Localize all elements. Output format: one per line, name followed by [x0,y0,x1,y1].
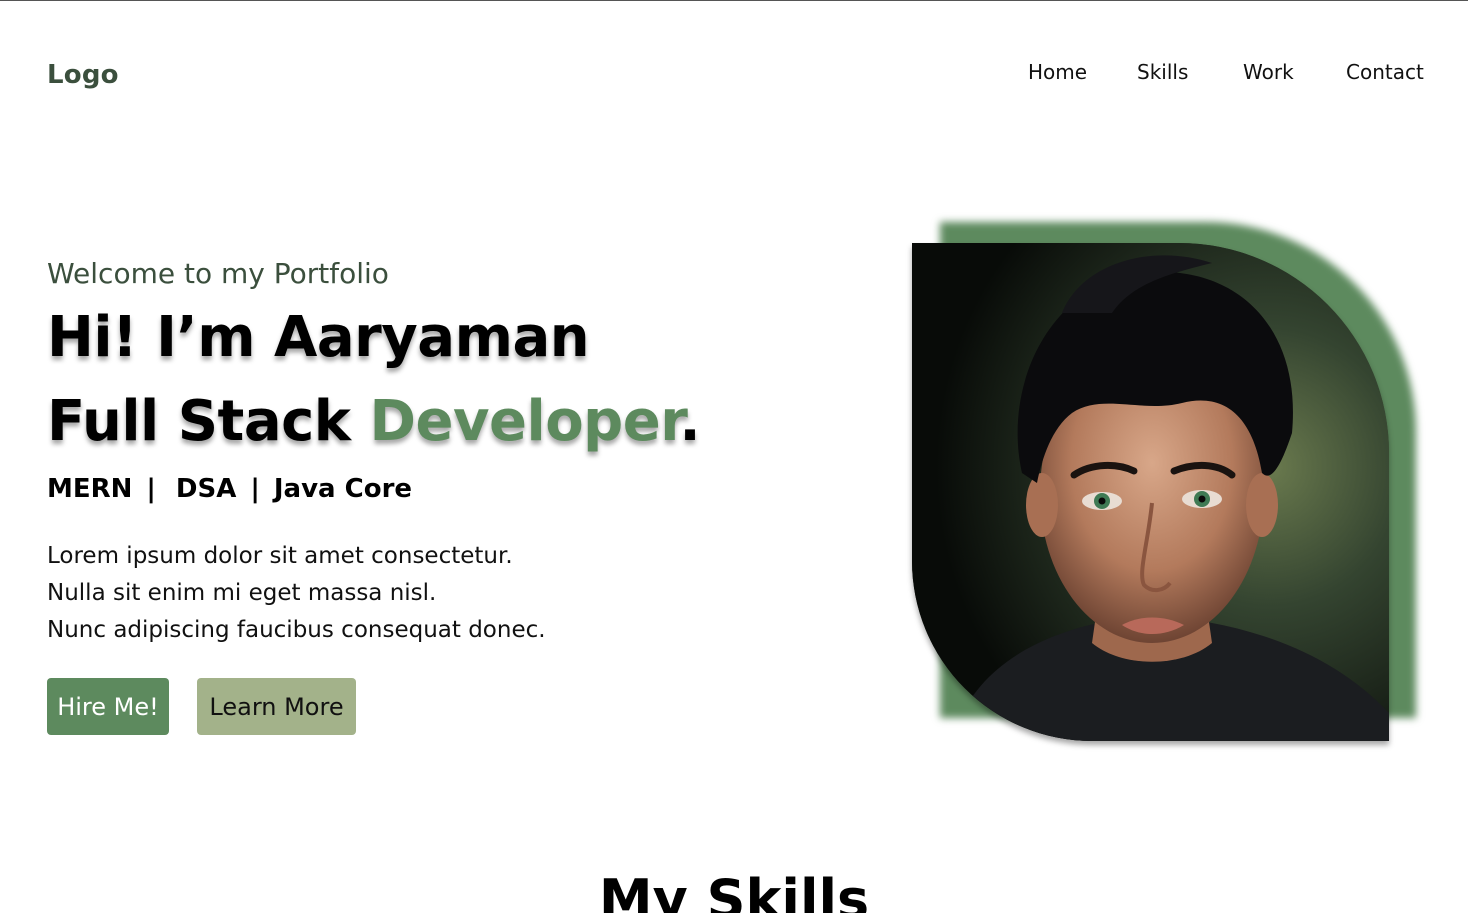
stack-separator: | [146,474,156,504]
nav-home[interactable]: Home [1028,60,1087,84]
role-plain-text: Full Stack [47,389,370,454]
stack-item: Java Core [273,474,413,504]
description-line: Nulla sit enim mi eget massa nisl. [47,580,437,606]
tech-stack-line: MERN | DSA | Java Core [47,474,412,504]
stack-item: MERN [47,474,133,504]
role-accent-text: Developer [369,389,680,454]
profile-photo [912,243,1389,741]
welcome-text: Welcome to my Portfolio [47,257,389,290]
learn-more-button[interactable]: Learn More [197,678,356,735]
hero-description: Lorem ipsum dolor sit amet consectetur. … [47,538,546,649]
nav-skills[interactable]: Skills [1137,60,1188,84]
portfolio-page: Logo Home Skills Work Contact Welcome to… [0,0,1468,913]
role-period: . [679,389,701,454]
description-line: Nunc adipiscing faucibus consequat donec… [47,617,546,643]
nav-work[interactable]: Work [1243,60,1294,84]
hero-headline-role: Full Stack Developer. [47,389,701,454]
stack-item: DSA [175,474,237,504]
stack-separator: | [250,474,260,504]
nav-contact[interactable]: Contact [1346,60,1424,84]
portrait-illustration [912,243,1389,741]
hero-headline-name: Hi! I’m Aaryaman [47,305,590,370]
top-divider [0,0,1468,1]
main-nav: Home Skills Work Contact [0,60,1468,90]
description-line: Lorem ipsum dolor sit amet consectetur. [47,543,513,569]
hire-me-button[interactable]: Hire Me! [47,678,169,735]
skills-section-title: My Skills [598,868,870,913]
